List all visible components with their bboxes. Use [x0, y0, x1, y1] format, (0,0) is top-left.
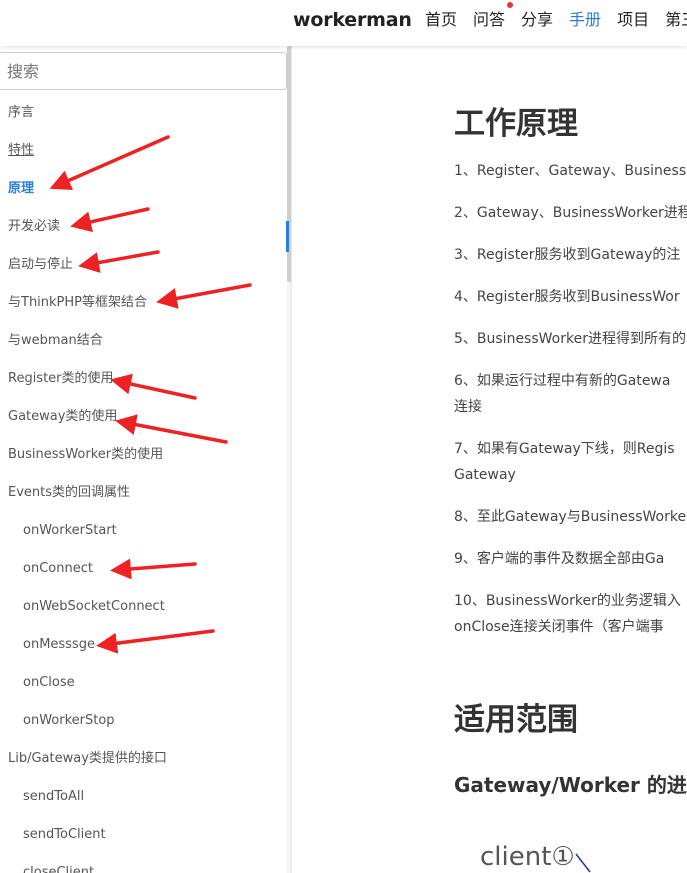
brand-logo[interactable]: workerman	[293, 9, 412, 31]
toc-item-webman[interactable]: 与webman结合	[0, 322, 287, 360]
diagram-client-label: client①	[480, 842, 575, 872]
sidebar: 序言 特性 原理 开发必读 启动与停止 与ThinkPHP等框架结合 与webm…	[0, 46, 292, 873]
toc-item-register[interactable]: Register类的使用	[0, 360, 287, 398]
step-6: 6、如果运行过程中有新的Gatewa 连接	[454, 373, 671, 415]
toc-active-indicator	[286, 221, 289, 252]
toc-item-onworkerstart[interactable]: onWorkerStart	[0, 512, 287, 550]
toc-item-start-stop[interactable]: 启动与停止	[0, 246, 287, 284]
step-5: 5、BusinessWorker进程得到所有的	[454, 331, 686, 347]
steps-list: 1、Register、Gateway、Business 2、Gateway、Bu…	[454, 158, 687, 656]
toc-item-onworkerstop[interactable]: onWorkerStop	[0, 702, 287, 740]
step-1: 1、Register、Gateway、Business	[454, 163, 687, 179]
toc-item-events[interactable]: Events类的回调属性	[0, 474, 287, 512]
search-input[interactable]	[0, 52, 287, 90]
page-title: 工作原理	[454, 106, 578, 142]
section-title: 适用范围	[454, 702, 578, 738]
toc-item-onwebsocketconnect[interactable]: onWebSocketConnect	[0, 588, 287, 626]
toc-item-lib-gateway[interactable]: Lib/Gateway类提供的接口	[0, 740, 287, 778]
toc-item-gateway[interactable]: Gateway类的使用	[0, 398, 287, 436]
nav-home[interactable]: 首页	[425, 10, 457, 30]
toc-item-businessworker[interactable]: BusinessWorker类的使用	[0, 436, 287, 474]
nav-manual[interactable]: 手册	[569, 10, 601, 30]
step-2: 2、Gateway、BusinessWorker进程	[454, 205, 687, 221]
step-7: 7、如果有Gateway下线，则Regis Gateway	[454, 441, 675, 483]
nav-share[interactable]: 分享	[521, 10, 553, 30]
step-3: 3、Register服务收到Gateway的注	[454, 247, 681, 263]
toc-item-onconnect[interactable]: onConnect	[0, 550, 287, 588]
diagram-connector-line	[575, 853, 591, 873]
step-4: 4、Register服务收到BusinessWor	[454, 289, 680, 305]
step-9: 9、客户端的事件及数据全部由Ga	[454, 551, 665, 567]
toc-item-sendtoclient[interactable]: sendToClient	[0, 816, 287, 854]
toc-item-thinkphp[interactable]: 与ThinkPHP等框架结合	[0, 284, 287, 322]
notification-dot	[507, 2, 513, 8]
nav-qa[interactable]: 问答	[473, 10, 505, 30]
toc-item-onmessage[interactable]: onMesssge	[0, 626, 287, 664]
main-content: 工作原理 1、Register、Gateway、Business 2、Gatew…	[293, 46, 687, 873]
toc-item-preface[interactable]: 序言	[0, 94, 287, 132]
toc-item-must-read[interactable]: 开发必读	[0, 208, 287, 246]
toc-item-features[interactable]: 特性	[0, 132, 287, 170]
top-navbar: workerman 首页 问答 分享 手册 项目 第三	[0, 0, 687, 46]
toc-item-sendtoall[interactable]: sendToAll	[0, 778, 287, 816]
toc-list: 序言 特性 原理 开发必读 启动与停止 与ThinkPHP等框架结合 与webm…	[0, 94, 287, 873]
nav-projects[interactable]: 项目	[617, 10, 649, 30]
toc-item-closeclient[interactable]: closeClient	[0, 854, 287, 873]
toc-item-onclose[interactable]: onClose	[0, 664, 287, 702]
main-nav: 首页 问答 分享 手册 项目 第三	[425, 10, 687, 30]
step-10: 10、BusinessWorker的业务逻辑入 onClose连接关闭事件（客户端…	[454, 593, 681, 635]
step-8: 8、至此Gateway与BusinessWorke	[454, 509, 687, 525]
subsection-title: Gateway/Worker 的进	[454, 773, 687, 797]
nav-third-party[interactable]: 第三	[665, 10, 687, 30]
toc-item-principle[interactable]: 原理	[0, 170, 287, 208]
